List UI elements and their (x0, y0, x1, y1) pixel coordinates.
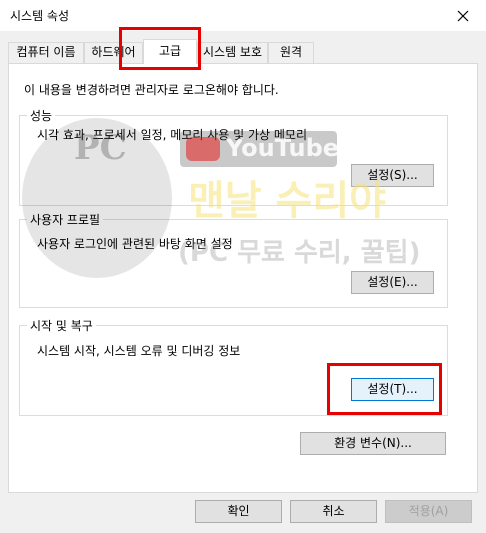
performance-title: 성능 (27, 107, 56, 124)
performance-description: 시각 효과, 프로세서 일정, 메모리 사용 및 가상 메모리 (37, 128, 307, 142)
environment-variables-button[interactable]: 환경 변수(N)... (300, 432, 446, 455)
admin-notice: 이 내용을 변경하려면 관리자로 로그온해야 합니다. (24, 83, 279, 97)
tab-system-protection[interactable]: 시스템 보호 (197, 42, 268, 63)
user-profiles-title: 사용자 프로필 (27, 211, 104, 228)
startup-recovery-title: 시작 및 복구 (27, 317, 96, 334)
user-profiles-description: 사용자 로그인에 관련된 바탕 화면 설정 (37, 237, 233, 251)
tab-hardware[interactable]: 하드웨어 (84, 42, 143, 63)
startup-recovery-group: 시작 및 복구 시스템 시작, 시스템 오류 및 디버깅 정보 설정(T)... (19, 317, 448, 416)
cancel-button[interactable]: 취소 (290, 500, 377, 523)
apply-button[interactable]: 적용(A) (385, 500, 472, 523)
startup-recovery-settings-button[interactable]: 설정(T)... (351, 378, 434, 401)
tab-advanced[interactable]: 고급 (143, 39, 197, 64)
tab-remote[interactable]: 원격 (268, 42, 314, 63)
startup-recovery-description: 시스템 시작, 시스템 오류 및 디버깅 정보 (37, 344, 241, 358)
window-title: 시스템 속성 (10, 9, 70, 23)
performance-settings-button[interactable]: 설정(S)... (351, 164, 434, 187)
close-button[interactable] (440, 0, 486, 31)
ok-button[interactable]: 확인 (195, 500, 282, 523)
user-profiles-group: 사용자 프로필 사용자 로그인에 관련된 바탕 화면 설정 설정(E)... (19, 211, 448, 308)
close-icon (457, 10, 469, 21)
user-profiles-settings-button[interactable]: 설정(E)... (351, 271, 434, 294)
title-bar: 시스템 속성 (0, 0, 486, 31)
tab-computer-name[interactable]: 컴퓨터 이름 (8, 42, 84, 63)
performance-group: 성능 시각 효과, 프로세서 일정, 메모리 사용 및 가상 메모리 설정(S)… (19, 107, 448, 206)
